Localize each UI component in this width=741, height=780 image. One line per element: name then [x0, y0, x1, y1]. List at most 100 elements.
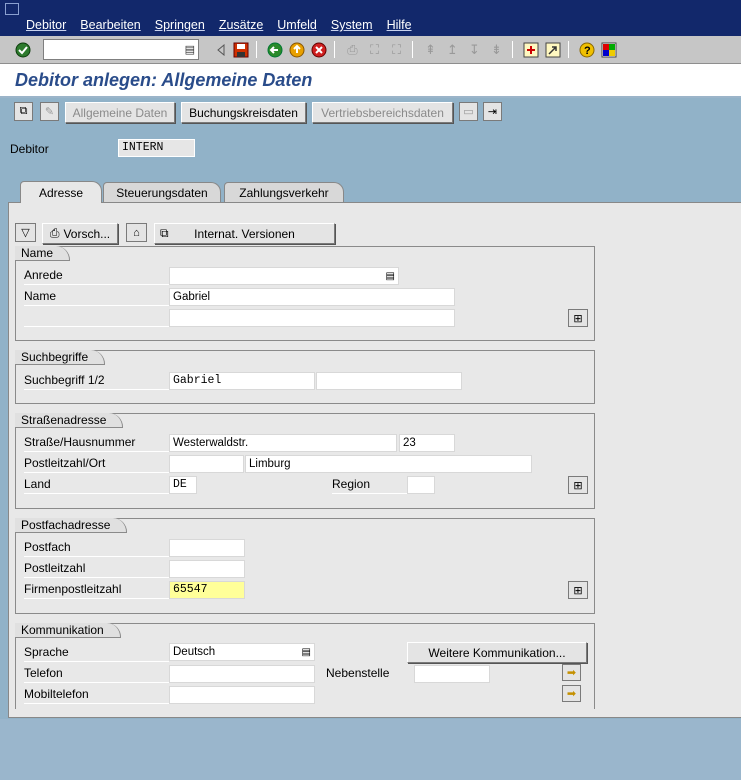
search-terms-group-title: Suchbegriffe: [15, 350, 106, 365]
more-names-button[interactable]: ⊞: [568, 309, 588, 327]
preview-button[interactable]: ⎙ Vorsch...: [42, 223, 118, 244]
enter-icon[interactable]: [14, 41, 31, 58]
more-address-button[interactable]: ⊞: [568, 476, 588, 494]
system-menu-icon[interactable]: [5, 3, 19, 15]
export-icon: ⇥: [487, 106, 498, 118]
arrow-left-icon[interactable]: [212, 41, 229, 58]
address-settings-button[interactable]: ⌂: [126, 223, 147, 242]
export-button[interactable]: ⇥: [483, 102, 502, 121]
last-page-icon[interactable]: ⇟: [488, 41, 505, 58]
name-label: Name: [24, 288, 169, 306]
general-data-button[interactable]: Allgemeine Daten: [65, 102, 175, 123]
city-field[interactable]: Limburg: [245, 455, 532, 473]
standard-toolbar: ▤ ⎙ ⛶ ⛶ ⇞ ↥ ↧ ⇟ ?: [0, 36, 741, 64]
anrede-label: Anrede: [24, 267, 169, 285]
more-communication-button[interactable]: Weitere Kommunikation...: [407, 642, 587, 663]
extension-field[interactable]: [414, 665, 490, 683]
arrow-right-icon: ➡: [566, 667, 577, 679]
find-next-icon[interactable]: ⛶: [388, 41, 405, 58]
menu-zusaetze[interactable]: Zusätze: [219, 18, 263, 32]
layout-menu-icon[interactable]: [600, 41, 617, 58]
communication-group-title: Kommunikation: [15, 623, 121, 638]
find-icon[interactable]: ⛶: [366, 41, 383, 58]
name2-field[interactable]: [169, 309, 455, 327]
expand-icon: ⊞: [573, 479, 583, 492]
tab-steuerungsdaten[interactable]: Steuerungsdaten: [103, 182, 221, 202]
shortcut-icon[interactable]: [544, 41, 561, 58]
command-input[interactable]: [44, 40, 182, 59]
additional-data-button[interactable]: ▭: [459, 102, 478, 121]
name2-label: [24, 309, 169, 327]
other-object-icon: ⧉: [19, 105, 28, 117]
country-field[interactable]: DE: [169, 476, 197, 494]
search-term-1-field[interactable]: Gabriel: [169, 372, 315, 390]
dropdown-icon[interactable]: ▤: [386, 269, 395, 285]
language-field[interactable]: Deutsch ▤: [169, 643, 315, 661]
dropdown-icon[interactable]: ▤: [302, 645, 311, 661]
mobile-field[interactable]: [169, 686, 315, 704]
po-box-postal-code-label: Postleitzahl: [24, 560, 169, 578]
company-postal-code-label: Firmenpostleitzahl: [24, 581, 169, 599]
house-number-field[interactable]: 23: [399, 434, 455, 452]
name-group-title: Name: [15, 246, 71, 261]
po-box-group-title: Postfachadresse: [15, 518, 128, 533]
po-box-postal-code-field[interactable]: [169, 560, 245, 578]
po-box-label: Postfach: [24, 539, 169, 557]
menu-system[interactable]: System: [331, 18, 373, 32]
new-session-icon[interactable]: [522, 41, 539, 58]
title-bar: Debitor anlegen: Allgemeine Daten: [0, 64, 741, 98]
collapse-button[interactable]: ▽: [15, 223, 36, 242]
command-field[interactable]: ▤: [43, 39, 199, 60]
mobile-label: Mobiltelefon: [24, 686, 169, 704]
phone-details-button[interactable]: ➡: [562, 664, 581, 681]
postal-code-field[interactable]: [169, 455, 244, 473]
versions-icon: ⧉: [160, 226, 169, 240]
first-page-icon[interactable]: ⇞: [422, 41, 439, 58]
next-page-icon[interactable]: ↧: [466, 41, 483, 58]
menu-hilfe[interactable]: Hilfe: [387, 18, 412, 32]
svg-text:?: ?: [584, 45, 591, 57]
map-icon: ⌂: [133, 226, 140, 239]
menu-debitor[interactable]: Debitor: [26, 18, 66, 32]
search-terms-group: Suchbegriffe Suchbegriff 1/2 Gabriel: [15, 350, 595, 404]
company-code-data-button[interactable]: Buchungskreisdaten: [181, 102, 306, 123]
tab-adresse[interactable]: Adresse: [20, 181, 102, 203]
back-icon[interactable]: [266, 41, 283, 58]
mobile-details-button[interactable]: ➡: [562, 685, 581, 702]
tab-panel-adresse: ▽ ⎙ Vorsch... ⌂ ⧉ Internat. Versionen Na…: [8, 202, 741, 718]
sales-area-data-button[interactable]: Vertriebsbereichsdaten: [312, 102, 453, 123]
extension-label: Nebenstelle: [326, 666, 390, 680]
cancel-icon[interactable]: [310, 41, 327, 58]
intl-versions-button[interactable]: ⧉ Internat. Versionen: [154, 223, 335, 244]
debitor-label: Debitor: [10, 142, 49, 156]
exit-icon[interactable]: [288, 41, 305, 58]
language-value: Deutsch: [173, 646, 216, 658]
preview-button-label: Vorsch...: [63, 226, 111, 241]
phone-field[interactable]: [169, 665, 315, 683]
print-icon[interactable]: ⎙: [344, 41, 361, 58]
name-group: Name Anrede ▤ Name Gabriel ⊞: [15, 246, 595, 341]
dropdown-icon[interactable]: ▤: [185, 43, 195, 56]
menu-bearbeiten[interactable]: Bearbeiten: [80, 18, 140, 32]
display-change-button[interactable]: ✎: [40, 102, 59, 121]
previous-page-icon[interactable]: ↥: [444, 41, 461, 58]
anrede-field[interactable]: ▤: [169, 267, 399, 285]
region-field[interactable]: [407, 476, 435, 494]
tab-zahlungsverkehr[interactable]: Zahlungsverkehr: [224, 182, 344, 202]
page-title: Debitor anlegen: Allgemeine Daten: [15, 70, 313, 90]
street-field[interactable]: Westerwaldstr.: [169, 434, 397, 452]
phone-label: Telefon: [24, 665, 169, 683]
search-term-2-field[interactable]: [316, 372, 462, 390]
save-icon[interactable]: [232, 41, 249, 58]
more-pobox-button[interactable]: ⊞: [568, 581, 588, 599]
menu-springen[interactable]: Springen: [155, 18, 205, 32]
menu-umfeld[interactable]: Umfeld: [277, 18, 317, 32]
help-icon[interactable]: ?: [578, 41, 595, 58]
po-box-field[interactable]: [169, 539, 245, 557]
name-field[interactable]: Gabriel: [169, 288, 455, 306]
other-customer-button[interactable]: ⧉: [14, 102, 33, 121]
street-address-group: Straßenadresse Straße/Hausnummer Westerw…: [15, 413, 595, 509]
company-postal-code-field[interactable]: 65547: [169, 581, 245, 599]
status-area: [0, 719, 741, 780]
expand-icon: ⊞: [573, 584, 583, 597]
